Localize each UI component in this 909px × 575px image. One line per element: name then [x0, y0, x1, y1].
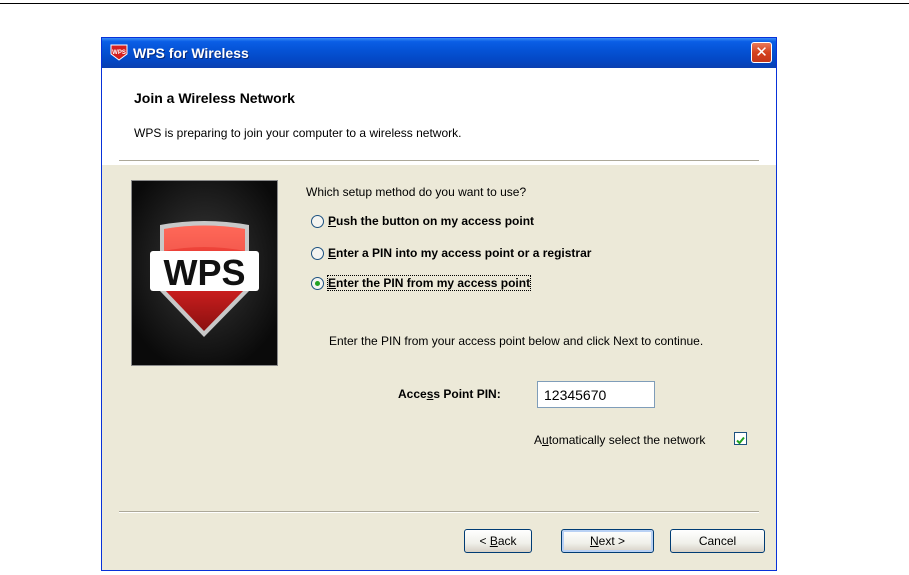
pin-instruction-text: Enter the PIN from your access point bel… — [329, 334, 704, 348]
page-title: Join a Wireless Network — [134, 90, 295, 106]
checkmark-icon — [736, 436, 745, 445]
auto-select-checkbox[interactable] — [734, 432, 747, 445]
window-title: WPS for Wireless — [133, 45, 249, 61]
close-button[interactable]: ✕ — [751, 42, 772, 63]
radio-circle-selected[interactable] — [311, 277, 324, 290]
page-subtitle: WPS is preparing to join your computer t… — [134, 126, 462, 140]
wps-dialog-window: WPS WPS for Wireless ✕ Join a Wireless N… — [101, 37, 777, 571]
wps-shield-icon: WPS — [132, 181, 277, 365]
wps-app-icon: WPS — [110, 44, 128, 61]
radio-selected-dot — [315, 281, 320, 286]
setup-method-question: Which setup method do you want to use? — [306, 185, 527, 199]
svg-text:WPS: WPS — [112, 50, 126, 56]
footer-divider — [119, 511, 759, 513]
access-point-pin-label: Access Point PIN: — [398, 387, 501, 401]
back-button[interactable]: < Back — [464, 529, 532, 553]
access-point-pin-input[interactable] — [537, 381, 655, 408]
next-button[interactable]: Next > — [561, 529, 654, 553]
auto-select-label: Automatically select the network — [534, 433, 706, 447]
radio-label-enter-pin-into-ap: Enter a PIN into my access point or a re… — [328, 246, 592, 260]
title-bar[interactable]: WPS WPS for Wireless ✕ — [102, 38, 776, 68]
wps-logo-text: WPS — [163, 252, 245, 293]
page-top-rule — [0, 3, 909, 4]
wps-logo-image: WPS — [131, 180, 278, 366]
header-divider — [119, 160, 759, 162]
close-icon: ✕ — [755, 43, 768, 61]
radio-label-enter-pin-from-ap: Enter the PIN from my access point — [326, 275, 532, 291]
wizard-header: Join a Wireless Network WPS is preparing… — [102, 68, 776, 165]
radio-circle[interactable] — [311, 247, 324, 260]
radio-label-push-button: Push the button on my access point — [328, 214, 535, 228]
cancel-button[interactable]: Cancel — [670, 529, 765, 553]
radio-circle[interactable] — [311, 215, 324, 228]
